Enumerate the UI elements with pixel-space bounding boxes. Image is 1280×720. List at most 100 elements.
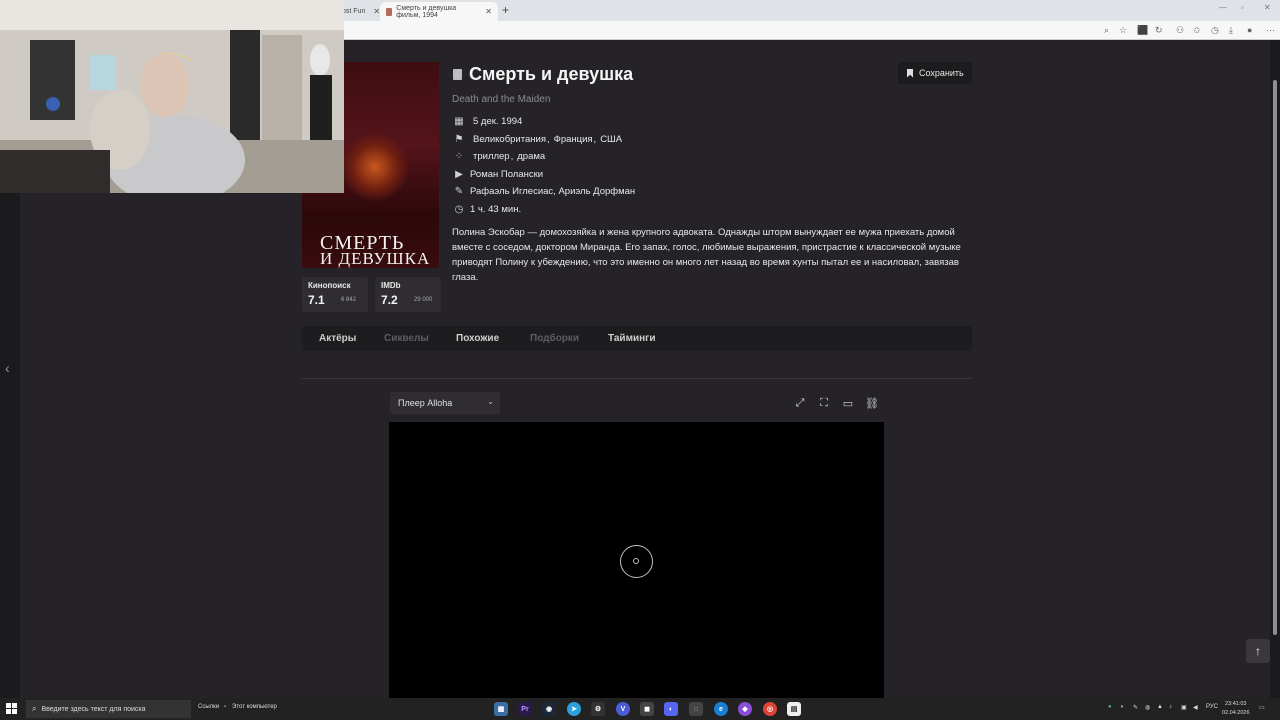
country-link[interactable]: Великобритания xyxy=(473,134,546,145)
telegram-icon[interactable]: ➤ xyxy=(567,702,581,716)
release-date[interactable]: 5 дек. 1994 xyxy=(473,116,522,127)
pen-icon[interactable]: ✎ xyxy=(1133,704,1138,711)
genre-link[interactable]: триллер xyxy=(473,151,510,162)
notifications-icon[interactable]: ▭ xyxy=(1259,704,1265,711)
save-button-label: Сохранить xyxy=(919,68,964,78)
chevron-left-icon[interactable]: ‹ xyxy=(5,360,10,376)
taskbar-search-placeholder: Введите здесь текст для поиска xyxy=(41,705,146,713)
clock-date: 02.04.2026 xyxy=(1222,710,1250,716)
film-icon xyxy=(453,69,462,80)
video-player[interactable] xyxy=(389,422,884,698)
link-button[interactable]: ⛓ xyxy=(861,392,883,414)
save-button[interactable]: Сохранить xyxy=(898,62,972,84)
duration-row: ◷ 1 ч. 43 мин. xyxy=(453,202,521,216)
rating-source: IMDb xyxy=(381,281,401,290)
writers-link[interactable]: Рафаэль Иглесиас, Ариэль Дорфман xyxy=(470,186,635,197)
twitch-app-icon[interactable]: ◆ xyxy=(738,702,752,716)
split-screen-icon[interactable]: ⚇ xyxy=(1176,25,1184,36)
nvidia-icon[interactable]: ▲ xyxy=(1157,704,1163,710)
microphone-icon[interactable]: ♪ xyxy=(1169,704,1172,710)
link-icon: ⛓ xyxy=(865,397,879,410)
player-select[interactable]: Плеер Alloha ⌄ xyxy=(390,392,500,414)
tab-timings[interactable]: Тайминги xyxy=(608,333,655,344)
windows-start-icon[interactable] xyxy=(6,703,17,714)
maximize-icon[interactable]: ▫ xyxy=(1241,3,1244,12)
profile-avatar-icon[interactable]: ● xyxy=(1247,25,1252,35)
language-indicator[interactable]: РУС xyxy=(1206,704,1218,710)
favorites-icon[interactable]: ✩ xyxy=(1193,25,1201,36)
expand-icon: ⤢ xyxy=(795,396,805,409)
links-toolbar[interactable]: Ссылки xyxy=(198,704,219,710)
rating-kinopoisk[interactable]: Кинопоиск 7.1 6 842 xyxy=(302,277,368,312)
close-icon[interactable]: ✕ xyxy=(485,7,492,16)
bookmark-icon xyxy=(907,68,913,78)
country-link[interactable]: США xyxy=(600,134,622,145)
arrow-up-icon: ↑ xyxy=(1255,644,1261,658)
movie-description: Полина Эскобар — домохозяйка и жена круп… xyxy=(452,227,961,283)
director-row: ▶ Роман Полански xyxy=(453,167,543,181)
notes-icon[interactable]: ▤ xyxy=(787,702,801,716)
poster-art xyxy=(340,132,410,202)
edge-browser-icon[interactable]: e xyxy=(714,702,728,716)
country-link[interactable]: Франция xyxy=(554,134,593,145)
director-link[interactable]: Роман Полански xyxy=(470,169,543,180)
favorite-star-icon[interactable]: ☆ xyxy=(1119,25,1127,36)
browser-tab-title: ost Fun xyxy=(342,8,366,15)
scrollbar-thumb[interactable] xyxy=(1273,80,1277,635)
extension-icon[interactable]: ⬛ xyxy=(1137,25,1148,36)
app-icon[interactable]: ◌ xyxy=(689,702,703,716)
browser-tab-active[interactable]: Смерть и девушка фильм, 1994 ✕ xyxy=(380,2,498,21)
comment-button[interactable]: ▭ xyxy=(837,392,859,414)
speaker-icon[interactable]: ◀ xyxy=(1193,704,1198,711)
page-title: Смерть и девушка xyxy=(469,64,634,84)
player-select-value: Плеер Alloha xyxy=(398,398,453,408)
taskbar: ⌕ Введите здесь текст для поиска Ссылки … xyxy=(0,698,1280,720)
calculator-icon[interactable]: ▦ xyxy=(494,702,508,716)
taskbar-search[interactable]: ⌕ Введите здесь текст для поиска xyxy=(26,700,191,718)
network-icon[interactable]: ▣ xyxy=(1181,704,1187,711)
camera-icon: ▶ xyxy=(455,168,463,180)
section-divider xyxy=(302,378,972,379)
minimize-icon[interactable]: — xyxy=(1219,3,1227,12)
genre-link[interactable]: драма xyxy=(517,151,545,162)
steam-icon[interactable]: ◉ xyxy=(542,702,556,716)
vpn-icon[interactable]: V xyxy=(616,702,630,716)
tab-collections: Подборки xyxy=(530,333,580,344)
scroll-to-top-button[interactable]: ↑ xyxy=(1246,639,1270,663)
close-window-icon[interactable]: ✕ xyxy=(1264,3,1271,12)
this-computer-link[interactable]: Этот компьютер xyxy=(232,704,277,710)
rating-imdb[interactable]: IMDb 7.2 29 000 xyxy=(375,277,441,312)
tab-similar[interactable]: Похожие xyxy=(456,333,499,344)
status-icon[interactable]: ● xyxy=(1108,704,1112,710)
original-title: Death and the Maiden xyxy=(452,94,551,105)
premiere-icon[interactable]: Pr xyxy=(518,702,532,716)
discord-icon[interactable]: ◐ xyxy=(664,702,678,716)
tab-actors[interactable]: Актёры xyxy=(319,333,356,344)
new-tab-button[interactable]: + xyxy=(502,3,509,17)
comment-icon: ▭ xyxy=(842,397,854,410)
writers-row: ✎ Рафаэль Иглесиас, Ариэль Дорфман xyxy=(453,184,635,198)
volume-icon[interactable]: ◖ xyxy=(1120,704,1124,710)
more-menu-icon[interactable]: ⋯ xyxy=(1266,25,1275,36)
downloads-icon[interactable]: ⤓ xyxy=(1229,25,1233,36)
chrome-icon[interactable]: ◎ xyxy=(763,702,777,716)
release-date-row: ▦ 5 дек. 1994 xyxy=(453,114,522,128)
content-tabs: Актёры Сиквелы Похожие Подборки Тайминги xyxy=(302,326,972,351)
zoom-icon[interactable]: ⌕ xyxy=(1104,25,1109,36)
settings-gear-icon[interactable]: ⚙ xyxy=(591,702,605,716)
refresh-extension-icon[interactable]: ↻ xyxy=(1155,25,1163,36)
tray-app-icon[interactable]: ◍ xyxy=(1145,704,1150,711)
expand-button[interactable]: ⤢ xyxy=(789,392,811,414)
system-clock[interactable]: 23:41:03 02.04.2026 xyxy=(1222,700,1250,718)
computer-icon: ▪ xyxy=(224,704,227,710)
webcam-overlay xyxy=(0,0,344,193)
browser-tab-title: Смерть и девушка фильм, 1994 xyxy=(396,4,457,19)
history-icon[interactable]: ◷ xyxy=(1211,25,1219,36)
countries-row: ⚑ Великобритания, Франция, США xyxy=(454,133,623,145)
game-launcher-icon[interactable]: ◼ xyxy=(640,702,654,716)
fullscreen-button[interactable]: ⛶ xyxy=(813,392,835,414)
site-favicon-icon xyxy=(386,7,393,16)
fullscreen-icon: ⛶ xyxy=(820,396,828,409)
poster-title-line2: И ДЕВУШКА xyxy=(320,249,431,268)
flag-icon: ⚑ xyxy=(454,133,464,145)
